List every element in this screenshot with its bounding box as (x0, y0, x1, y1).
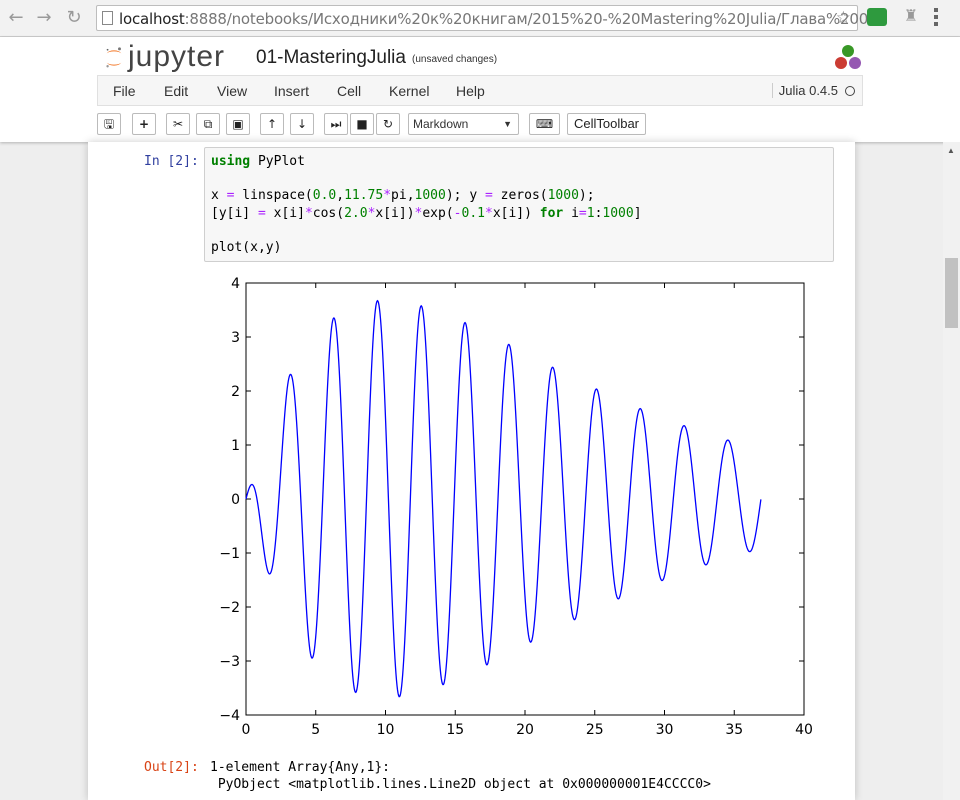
jupyter-header: jupyter 01-MasteringJulia (unsaved chang… (0, 37, 960, 142)
browser-menu-icon[interactable] (934, 8, 938, 29)
cell-type-value: Markdown (413, 117, 469, 131)
jupyter-logo-text: jupyter (128, 40, 226, 73)
url-path: :8888/notebooks/Исходники%20к%20книгам/2… (184, 10, 869, 28)
x-tick-label: 15 (446, 722, 464, 738)
x-tick-label: 40 (795, 722, 813, 738)
menu-file[interactable]: File (113, 83, 136, 99)
code-line: [y[i] = x[i]*cos(2.0*x[i])*exp(-0.1*x[i]… (211, 206, 642, 221)
menu-help[interactable]: Help (456, 83, 485, 99)
y-tick-label: 3 (231, 330, 240, 346)
kernel-name: Julia 0.4.5 (771, 83, 838, 98)
paste-icon[interactable]: ▣ (226, 113, 250, 135)
bookmark-star-icon[interactable]: ☆ (836, 8, 851, 28)
kernel-status-icon (845, 86, 855, 96)
code-cell-input[interactable]: using PyPlot x = linspace(0.0,11.75*pi,1… (204, 147, 834, 262)
stop-icon[interactable]: ■ (350, 113, 374, 135)
scrollbar[interactable]: ▲ (943, 142, 960, 800)
julia-logo-icon (835, 45, 861, 69)
x-tick-label: 30 (656, 722, 674, 738)
y-tick-label: 4 (231, 276, 240, 292)
code-line: plot(x,y) (211, 240, 282, 255)
menu-insert[interactable]: Insert (274, 83, 309, 99)
insert-cell-icon[interactable]: + (132, 113, 156, 135)
code-line: using PyPlot (211, 154, 305, 169)
scrollbar-thumb[interactable] (945, 258, 958, 328)
notebook-title[interactable]: 01-MasteringJulia (256, 47, 406, 69)
output-line: PyObject <matplotlib.lines.Line2D object… (210, 777, 711, 792)
input-prompt: In [2]: (144, 154, 199, 169)
y-tick-label: 2 (231, 384, 240, 400)
jupyter-logo-icon (106, 47, 122, 68)
line-chart: 0 5 10 15 20 25 30 35 4043210−1−2−3−4 (219, 276, 813, 738)
code-keyword: using (211, 154, 251, 169)
y-tick-label: 0 (231, 492, 240, 508)
url-text: localhost:8888/notebooks/Исходники%20к%2… (119, 10, 868, 28)
restart-icon[interactable]: ↻ (376, 113, 400, 135)
output-prompt: Out[2]: (144, 760, 199, 775)
browser-toolbar: ← → ↻ localhost:8888/notebooks/Исходники… (0, 0, 960, 37)
menu-view[interactable]: View (217, 83, 247, 99)
address-bar[interactable]: localhost:8888/notebooks/Исходники%20к%2… (96, 5, 868, 31)
x-tick-label: 0 (242, 722, 251, 738)
move-up-icon[interactable]: ↑ (260, 113, 284, 135)
y-tick-label: −2 (219, 600, 240, 616)
save-status: (unsaved changes) (412, 54, 498, 65)
y-tick-label: −3 (219, 654, 240, 670)
keyboard-icon[interactable]: ⌨ (529, 113, 560, 135)
page-icon (102, 11, 113, 25)
output-line: 1-element Array{Any,1}: (210, 760, 391, 775)
forward-arrow-icon[interactable]: → (34, 8, 54, 28)
code-line: x = linspace(0.0,11.75*pi,1000); y = zer… (211, 188, 595, 203)
x-tick-label: 25 (586, 722, 604, 738)
menu-kernel[interactable]: Kernel (389, 83, 429, 99)
x-tick-label: 35 (725, 722, 743, 738)
back-arrow-icon[interactable]: ← (6, 8, 26, 28)
x-tick-label: 5 (311, 722, 320, 738)
celltoolbar-button[interactable]: CellToolbar (567, 113, 646, 135)
cut-icon[interactable]: ✂ (166, 113, 190, 135)
extension-icon[interactable] (867, 8, 887, 26)
scroll-up-icon[interactable]: ▲ (947, 146, 955, 155)
menu-cell[interactable]: Cell (337, 83, 361, 99)
copy-icon[interactable]: ⧉ (196, 113, 220, 135)
reload-icon[interactable]: ↻ (64, 8, 84, 28)
save-icon[interactable]: 🖫 (97, 113, 121, 135)
menubar: File Edit View Insert Cell Kernel Help J… (97, 75, 863, 106)
y-tick-label: −4 (219, 708, 240, 724)
cell-type-select[interactable]: Markdown ▼ (408, 113, 519, 135)
y-tick-label: 1 (231, 438, 240, 454)
run-cell-icon[interactable]: ⏭ (324, 113, 348, 135)
chevron-down-icon: ▼ (503, 119, 512, 129)
move-down-icon[interactable]: ↓ (290, 113, 314, 135)
x-tick-label: 20 (516, 722, 534, 738)
menu-edit[interactable]: Edit (164, 83, 188, 99)
notebook-container: In [2]: using PyPlot x = linspace(0.0,11… (88, 142, 855, 800)
x-tick-label: 10 (377, 722, 395, 738)
extension-cup-icon[interactable]: ♜ (903, 6, 919, 28)
url-host: localhost (119, 10, 185, 28)
y-tick-label: −1 (219, 546, 240, 562)
